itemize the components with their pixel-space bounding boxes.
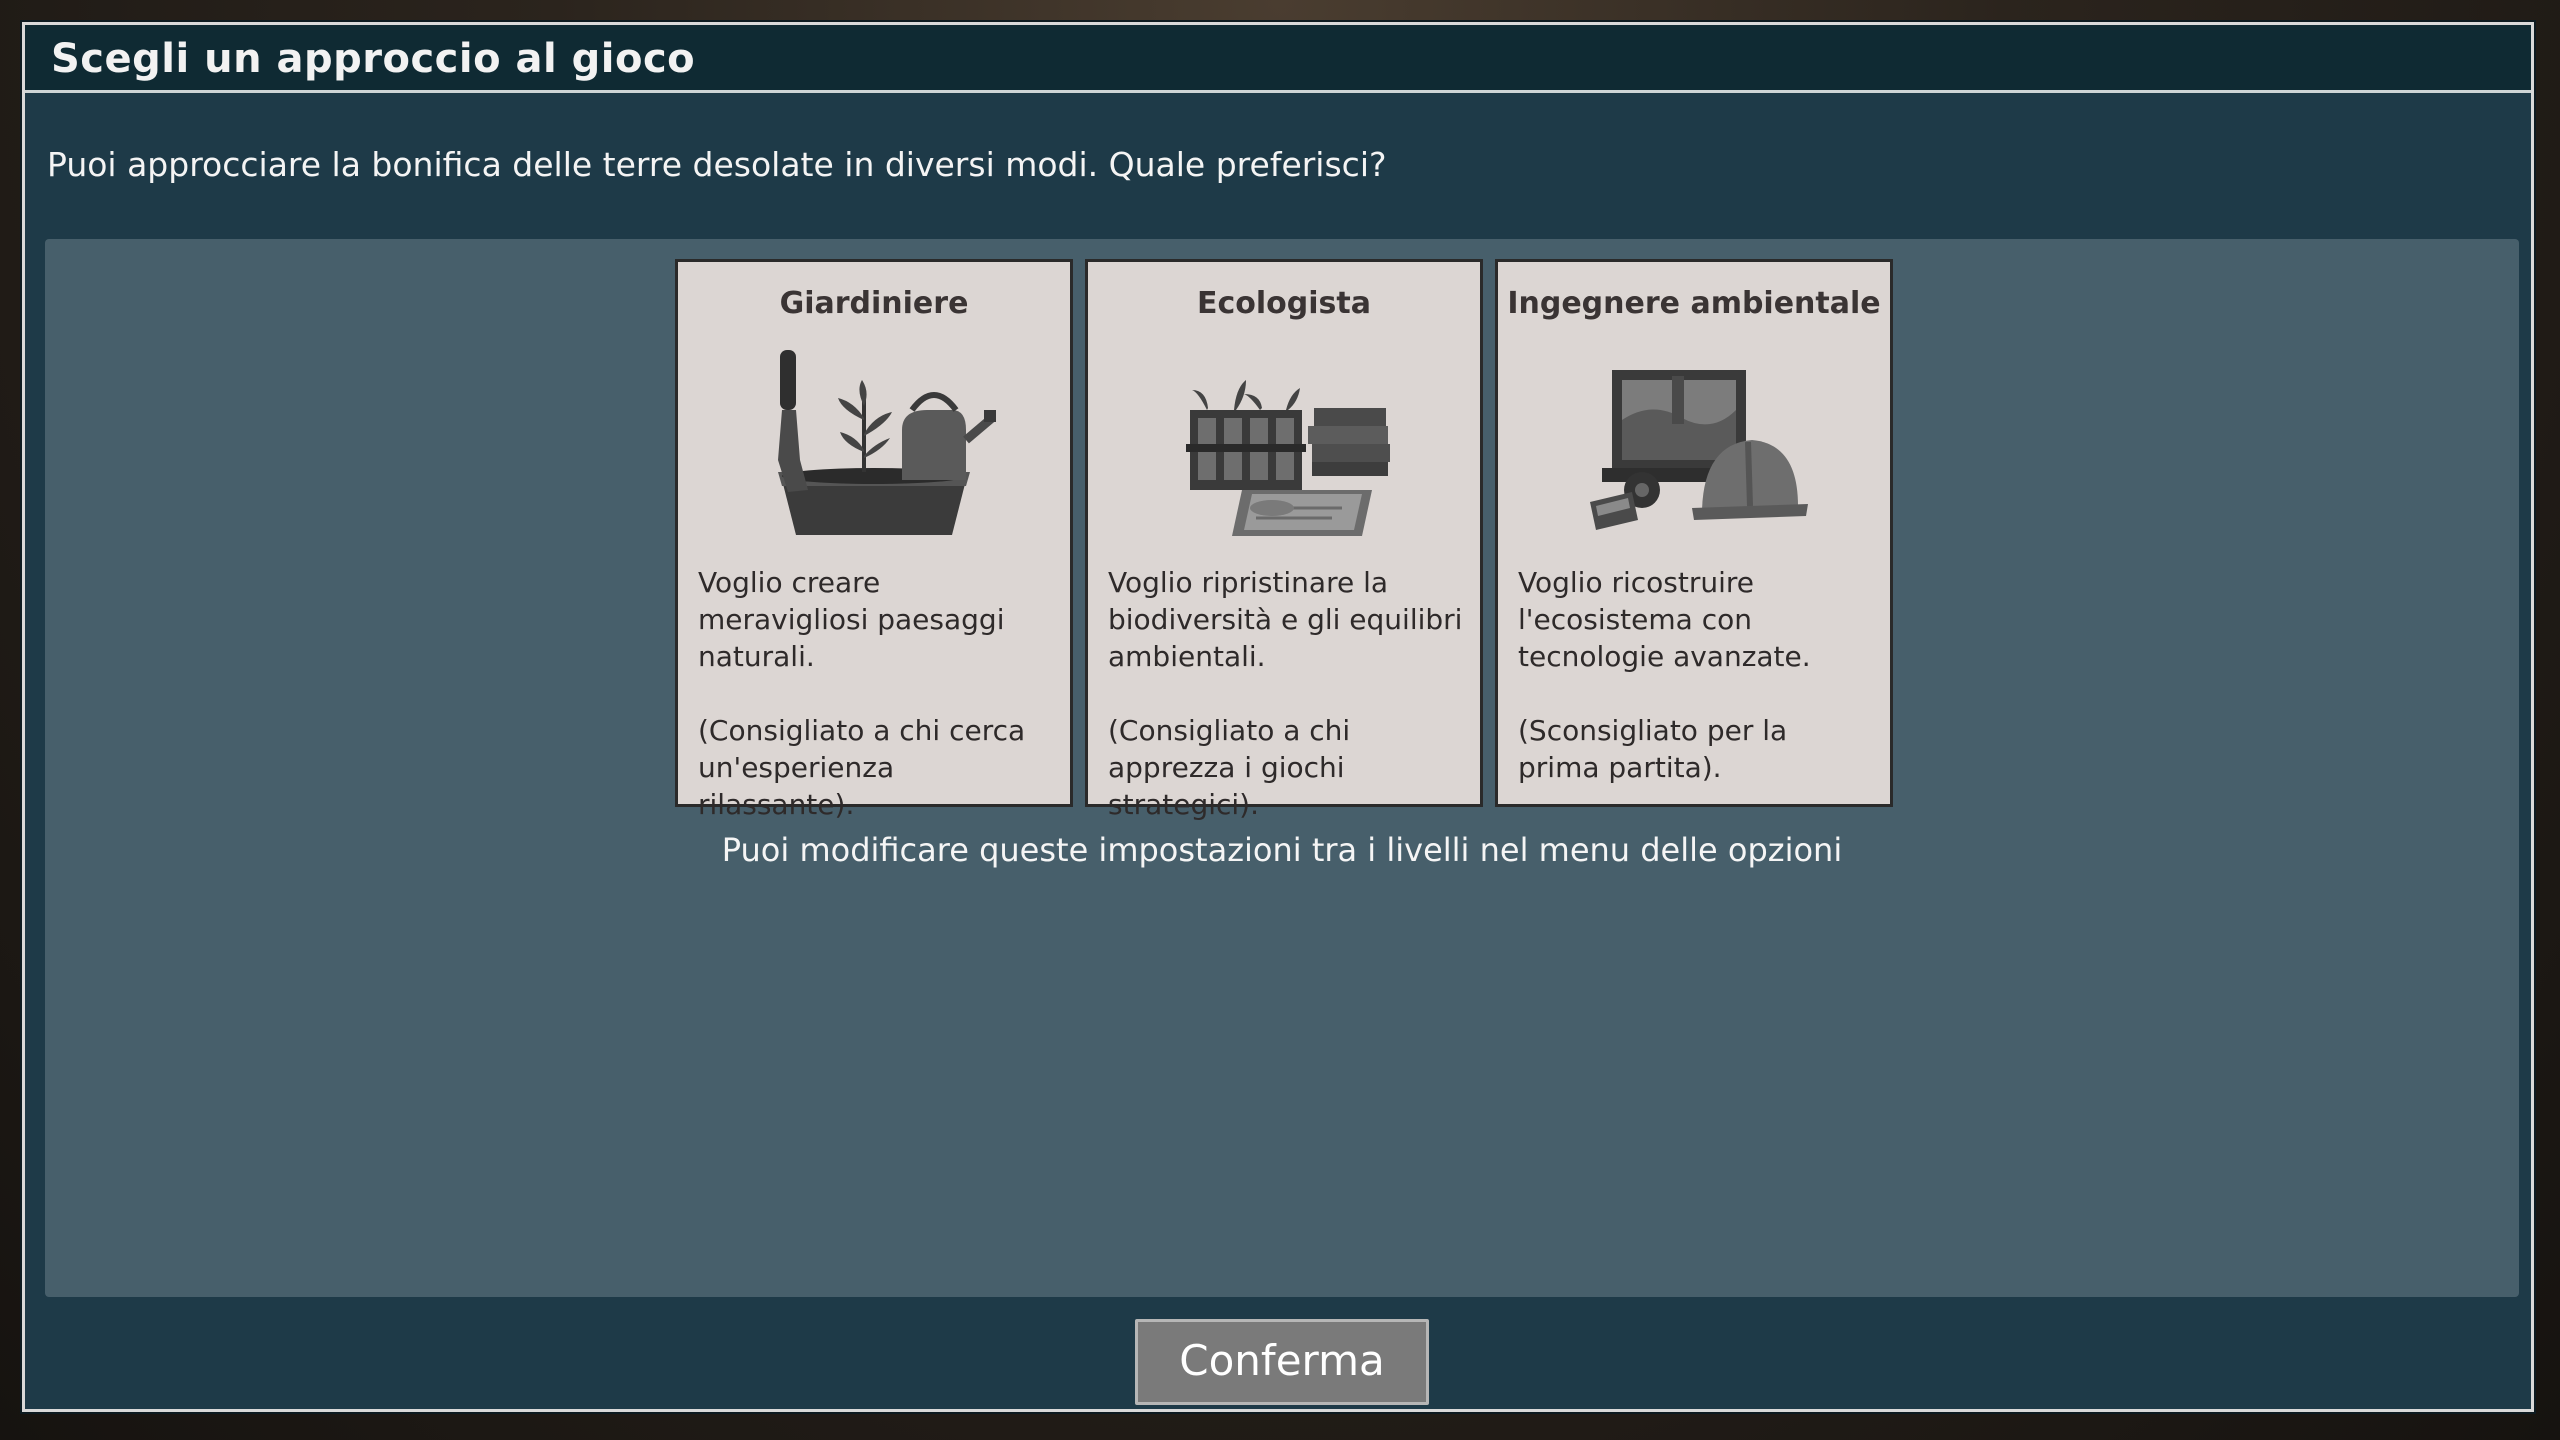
dialog-title: Scegli un approccio al gioco (51, 36, 696, 82)
card-ingegnere-ambientale[interactable]: Ingegnere ambientale Voglio ricostruire … (1495, 259, 1893, 807)
engineering-tools-icon (1590, 370, 1808, 530)
card-description: Voglio creare meravigliosi paesaggi natu… (698, 566, 1026, 821)
card-title: Ecologista (1197, 286, 1371, 321)
approach-dialog: Scegli un approccio al gioco Puoi approc… (22, 22, 2534, 1412)
ecology-research-icon (1186, 380, 1390, 536)
dialog-subtitle: Puoi approcciare la bonifica delle terre… (47, 145, 1387, 184)
card-giardiniere[interactable]: Giardiniere Voglio creare meravigliosi p… (675, 259, 1073, 821)
card-description: Voglio ricostruire l'ecosistema con tecn… (1518, 566, 1811, 784)
gardening-tools-icon (778, 350, 996, 535)
confirm-button[interactable]: Conferma (1135, 1319, 1429, 1405)
settings-note: Puoi modificare queste impostazioni tra … (721, 831, 1843, 869)
card-title: Ingegnere ambientale (1507, 286, 1881, 321)
dialog-title-bar: Scegli un approccio al gioco (25, 25, 2531, 93)
approach-cards: Giardiniere Voglio creare meravigliosi p… (675, 259, 1915, 821)
options-panel: Giardiniere Voglio creare meravigliosi p… (45, 239, 2519, 1297)
card-description: Voglio ripristinare la biodiversità e gl… (1108, 566, 1463, 821)
card-ecologista[interactable]: Ecologista Voglio ripristinare la biodiv… (1085, 259, 1483, 821)
card-title: Giardiniere (779, 286, 969, 321)
